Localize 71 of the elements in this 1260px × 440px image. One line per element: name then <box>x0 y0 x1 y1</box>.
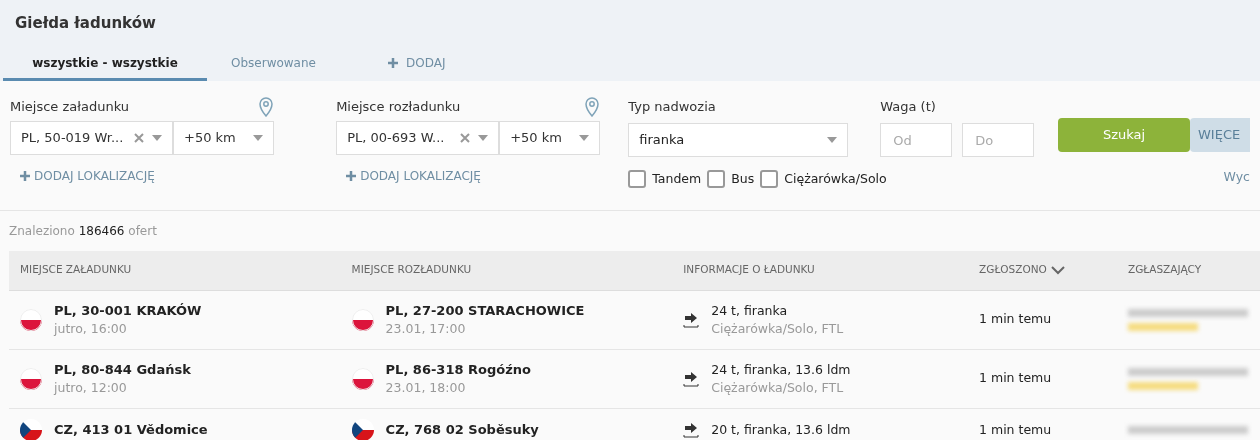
clear-icon[interactable] <box>134 132 144 143</box>
blurred-rating-placeholder <box>1127 322 1198 331</box>
add-location-link[interactable]: DODAJ LOKALIZACJĘ <box>346 166 481 185</box>
flag-icon <box>20 367 42 390</box>
plus-icon <box>20 170 30 181</box>
truck-load-icon <box>683 370 700 387</box>
tab[interactable]: Obserwowane <box>207 48 340 81</box>
date-text: 23.01, 17:00 <box>385 319 467 338</box>
checkbox-label: Tandem <box>652 170 702 188</box>
posted-time: 1 min temu <box>979 420 1053 439</box>
field-label: Typ nadwozia <box>628 97 717 116</box>
column-header: MIEJSCE ZAŁADUNKU <box>20 262 132 278</box>
checkbox[interactable] <box>760 170 779 189</box>
field-label: Waga (t) <box>880 97 937 116</box>
caret-icon <box>827 137 838 143</box>
checkbox[interactable] <box>628 170 647 189</box>
column-header[interactable]: ZGŁOSZONO <box>979 262 1047 278</box>
radius-dropdown[interactable]: +50 km <box>499 120 601 155</box>
posted-time: 1 min temu <box>979 369 1053 388</box>
place-name: CZ, 413 01 Vědomice <box>54 421 208 439</box>
checkbox-label: Ciężarówka/Solo <box>784 170 887 188</box>
caret-icon <box>478 134 489 141</box>
truck-load-icon <box>683 422 700 438</box>
column-header: MIEJSCE ROZŁADUNKU <box>351 262 472 278</box>
weight-to-field[interactable]: Do <box>962 123 1035 157</box>
caret-icon <box>152 134 162 141</box>
cargo-details: Ciężarówka/Solo, FTL <box>711 378 845 397</box>
place-name: CZ, 768 02 Soběsuky <box>385 421 539 439</box>
clear-icon[interactable] <box>460 132 471 143</box>
page-title: Giełda ładunków <box>14 13 157 34</box>
location-pin-icon[interactable] <box>258 96 274 117</box>
caret-icon <box>579 134 590 141</box>
checkbox-label: Bus <box>731 170 755 188</box>
posted-time: 1 min temu <box>979 310 1053 329</box>
field-label: Miejsce rozładunku <box>336 97 461 116</box>
tab[interactable]: wszystkie - wszystkie <box>3 48 207 81</box>
clear-link[interactable]: Wyc <box>1223 167 1250 187</box>
date-text: 23.01, 18:00 <box>385 378 467 397</box>
sort-chevron-icon[interactable] <box>1050 265 1065 275</box>
add-location-link[interactable]: DODAJ LOKALIZACJĘ <box>20 166 155 185</box>
add-tab-button[interactable]: DODAJ <box>363 48 470 81</box>
flag-icon <box>351 308 374 331</box>
location-field[interactable]: PL, 00-693 W... <box>336 120 500 155</box>
place-name: PL, 86-318 Rogóźno <box>385 360 531 379</box>
plus-icon <box>346 170 357 181</box>
caret-icon <box>253 134 263 141</box>
cargo-info: 24 t, firanka, 13.6 ldm <box>711 360 851 379</box>
more-button[interactable]: WIĘCE <box>1190 117 1250 152</box>
flag-icon <box>351 367 374 390</box>
cargo-info: 24 t, firanka <box>711 301 789 320</box>
date-text: jutro, 12:00 <box>54 378 128 397</box>
flag-icon <box>20 308 42 331</box>
location-pin-icon[interactable] <box>584 96 601 117</box>
place-name: PL, 27-200 STARACHOWICE <box>385 301 585 320</box>
body-type-dropdown[interactable]: firanka <box>628 123 849 157</box>
column-header: ZGŁASZAJĄCY <box>1127 262 1202 278</box>
column-header: INFORMACJE O ŁADUNKU <box>683 262 815 278</box>
place-name: PL, 80-844 Gdańsk <box>54 360 191 379</box>
field-label: Miejsce załadunku <box>10 97 130 116</box>
cargo-details: Ciężarówka/Solo, FTL <box>711 319 844 338</box>
plus-icon <box>387 58 398 68</box>
weight-from-field[interactable]: Od <box>880 123 953 157</box>
blurred-rating-placeholder <box>1127 381 1198 390</box>
location-field[interactable]: PL, 50-019 Wr... <box>10 120 173 155</box>
truck-load-icon <box>683 311 700 328</box>
place-name: PL, 30-001 KRAKÓW <box>54 301 202 320</box>
results-count: Znaleziono 186466 ofert <box>8 222 158 240</box>
date-text: jutro, 16:00 <box>54 319 128 338</box>
cargo-info: 20 t, firanka, 13.6 ldm <box>711 421 851 439</box>
radius-dropdown[interactable]: +50 km <box>173 120 274 155</box>
checkbox[interactable] <box>707 170 726 189</box>
